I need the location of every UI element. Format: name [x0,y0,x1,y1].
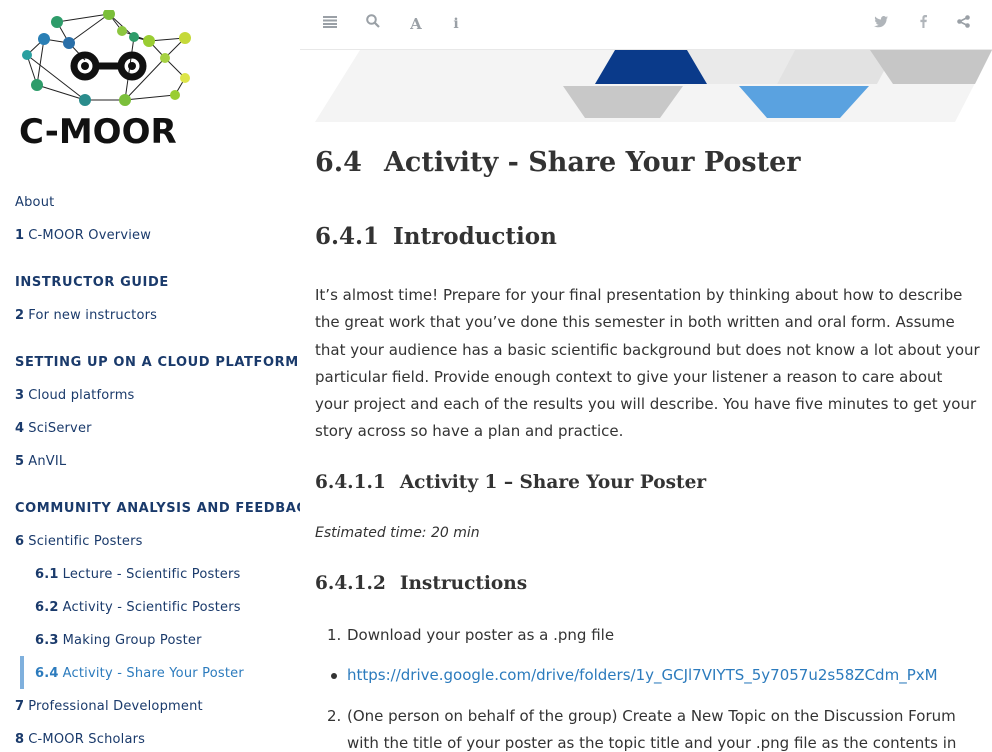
toc-active-indicator [20,656,24,689]
list-text: Download your poster as a .png file [347,626,615,644]
list-item: 2. (One person on behalf of the group) Cr… [327,707,956,725]
toc-item-scientific-posters[interactable]: 6 Scientific Posters [15,534,143,549]
toc-label: Professional Development [28,699,203,714]
c-moor-logo[interactable]: C-MOOR [15,10,210,150]
list-number: 2. [327,707,342,725]
toc-item-professional-development[interactable]: 7 Professional Development [15,699,203,714]
toc-label: Scientific Posters [28,534,143,549]
section-title: Introduction [393,223,557,250]
toc-label: C-MOOR Scholars [28,732,146,744]
toc-part-header: INSTRUCTOR GUIDE [15,275,169,290]
toc-label: Making Group Poster [62,633,202,648]
toc-label: Lecture - Scientific Posters [62,567,241,582]
toc-item-share-poster[interactable]: 6.4 Activity - Share Your Poster [35,666,244,681]
section-number: 6.4.1.2 [315,573,386,594]
toc-num: 6.1 [35,567,59,582]
toc-item-overview[interactable]: 1 C-MOOR Overview [15,228,151,243]
font-settings-icon[interactable]: A [406,14,426,34]
section-title: Activity 1 – Share Your Poster [399,472,707,493]
list-text-continued: with the title of your poster as the top… [347,734,957,752]
logo-nodes [22,10,191,106]
toc-label: SciServer [28,421,92,436]
toc-num: 4 [15,421,25,436]
toc-num: 6 [15,534,25,549]
sidebar: C-MOOR About 1 C-MOOR Overview INSTRUCTOR… [0,0,300,744]
toc-item-sciserver[interactable]: 4 SciServer [15,421,92,436]
intro-paragraph: It’s almost time! Prepare for your final… [315,286,980,441]
toc-label: Cloud platforms [28,388,135,403]
drive-folder-link[interactable]: https://drive.google.com/drive/folders/1… [347,666,938,684]
toc-num: 6.2 [35,600,59,615]
facebook-icon[interactable] [913,14,933,34]
toc-label: AnVIL [28,454,67,469]
toc-num: 6.4 [35,666,59,681]
subsection-heading-activity: 6.4.1.1 Activity 1 – Share Your Poster [315,472,706,493]
list-number: 1. [327,626,342,644]
toc-label: About [15,195,55,210]
toc-item-activity-posters[interactable]: 6.2 Activity - Scientific Posters [35,600,241,615]
section-title: Instructions [399,573,528,594]
search-icon[interactable] [363,14,383,34]
book-toolbar: A i [300,0,992,50]
list-item: 1. Download your poster as a .png file [327,626,615,644]
list-item-link: https://drive.google.com/drive/folders/1… [331,666,938,684]
section-title: Activity - Share Your Poster [383,147,801,178]
section-heading-introduction: 6.4.1 Introduction [315,223,557,250]
toc-item-new-instructors[interactable]: 2 For new instructors [15,308,157,323]
list-text: (One person on behalf of the group) Crea… [347,707,956,725]
toc-num: 3 [15,388,25,403]
toc-item-group-poster[interactable]: 6.3 Making Group Poster [35,633,202,648]
toc-label: C-MOOR Overview [28,228,152,243]
toc-toggle-icon[interactable] [320,14,340,34]
toc-num: 7 [15,699,25,714]
twitter-icon[interactable] [871,14,891,34]
section-number: 6.4 [315,147,362,178]
toc-item-scholars[interactable]: 8 C-MOOR Scholars [15,732,145,744]
toc-num: 6.3 [35,633,59,648]
info-icon[interactable]: i [446,14,466,34]
bullet-icon [331,673,337,679]
toc-item-anvil[interactable]: 5 AnVIL [15,454,66,469]
toc-num: 5 [15,454,25,469]
toc-label: For new instructors [28,308,158,323]
header-banner-graphic [315,50,992,122]
toc-num: 8 [15,732,25,744]
logo-text: C-MOOR [19,112,177,150]
toc-part-header: SETTING UP ON A CLOUD PLATFORM [15,355,299,370]
toc-label: Activity - Scientific Posters [62,600,241,615]
toc-num: 1 [15,228,25,243]
toc-item-lecture-posters[interactable]: 6.1 Lecture - Scientific Posters [35,567,241,582]
section-number: 6.4.1.1 [315,472,386,493]
toc-item-cloud-platforms[interactable]: 3 Cloud platforms [15,388,135,403]
section-number: 6.4.1 [315,223,380,250]
subsection-heading-instructions: 6.4.1.2 Instructions [315,573,527,594]
toc-num: 2 [15,308,25,323]
toc-label: Activity - Share Your Poster [62,666,244,681]
share-icon[interactable] [953,14,973,34]
estimated-time: Estimated time: 20 min [315,525,480,541]
toc-part-header: COMMUNITY ANALYSIS AND FEEDBACK [15,501,300,516]
page-title: 6.4 Activity - Share Your Poster [315,147,801,178]
toc-about[interactable]: About [15,195,54,210]
